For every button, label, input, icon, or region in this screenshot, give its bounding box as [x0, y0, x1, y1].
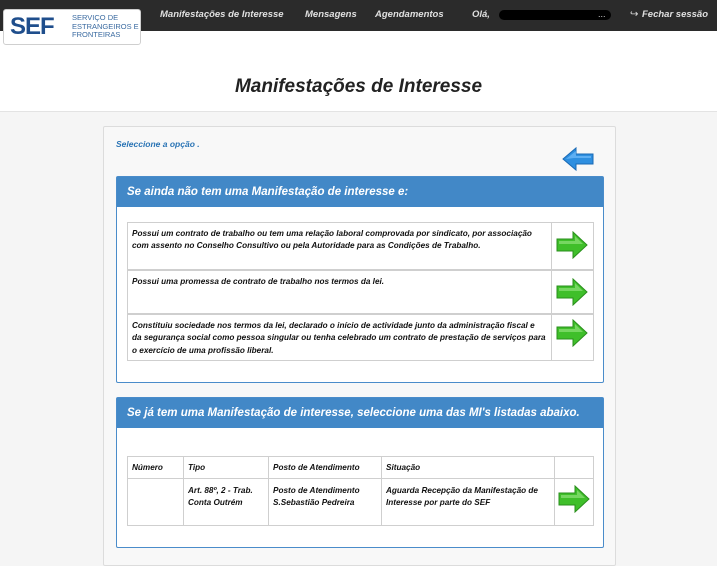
- nav-mensagens[interactable]: Mensagens: [305, 9, 357, 20]
- option-row-contrato[interactable]: Possui um contrato de trabalho ou tem um…: [127, 222, 594, 270]
- redacted-username: [499, 10, 611, 20]
- logout-link[interactable]: Fechar sessão: [642, 9, 708, 20]
- col-header-posto: Posto de Atendimento: [273, 463, 360, 472]
- cell-posto: Posto de Atendimento S.Sebastião Pedreir…: [273, 486, 360, 508]
- user-greeting[interactable]: Olá,: [472, 9, 490, 20]
- col-divider: [554, 457, 555, 525]
- cell-tipo: Art. 88º, 2 - Trab. Conta Outrém: [188, 486, 253, 508]
- col-header-numero: Número: [132, 463, 163, 472]
- go-arrow-icon[interactable]: [556, 319, 588, 347]
- back-arrow-icon[interactable]: [562, 146, 594, 172]
- nav-agendamentos[interactable]: Agendamentos: [375, 9, 444, 20]
- logout-icon[interactable]: ↪: [630, 9, 638, 20]
- user-menu-ellipsis[interactable]: ...: [598, 9, 606, 19]
- nav-manifestacoes[interactable]: Manifestações de Interesse: [160, 9, 284, 20]
- sef-logo[interactable]: SEF SERVIÇO DE ESTRANGEIROS E FRONTEIRAS: [3, 9, 141, 45]
- go-arrow-icon[interactable]: [558, 485, 590, 513]
- col-header-situacao: Situação: [386, 463, 421, 472]
- select-option-label: Seleccione a opção .: [116, 139, 200, 149]
- section-existing-mi-heading: Se já tem uma Manifestação de interesse,…: [117, 398, 603, 428]
- go-arrow-icon[interactable]: [556, 278, 588, 306]
- option-text: Possui uma promessa de contrato de traba…: [132, 277, 385, 286]
- cell-situacao: Aguarda Recepção da Manifestação de Inte…: [386, 486, 538, 508]
- logo-mark: SEF: [10, 13, 55, 40]
- option-text: Possui um contrato de trabalho ou tem um…: [132, 229, 532, 251]
- section-new-mi-heading: Se ainda não tem uma Manifestação de int…: [117, 177, 603, 207]
- col-divider: [381, 457, 382, 525]
- page-title: Manifestações de Interesse: [234, 76, 483, 97]
- option-button-cell: [551, 223, 593, 269]
- logo-subtitle: SERVIÇO DE ESTRANGEIROS E FRONTEIRAS: [72, 13, 139, 40]
- col-divider: [183, 457, 184, 525]
- table-header-divider: [128, 478, 593, 479]
- option-text: Constituiu sociedade nos termos da lei, …: [132, 321, 546, 355]
- option-button-cell: [551, 315, 593, 360]
- option-button-cell: [551, 271, 593, 313]
- option-row-promessa[interactable]: Possui uma promessa de contrato de traba…: [127, 270, 594, 314]
- col-divider: [268, 457, 269, 525]
- go-arrow-icon[interactable]: [556, 231, 588, 259]
- option-row-sociedade[interactable]: Constituiu sociedade nos termos da lei, …: [127, 314, 594, 361]
- mi-table: Número Tipo Posto de Atendimento Situaçã…: [127, 456, 594, 526]
- col-header-tipo: Tipo: [188, 463, 206, 472]
